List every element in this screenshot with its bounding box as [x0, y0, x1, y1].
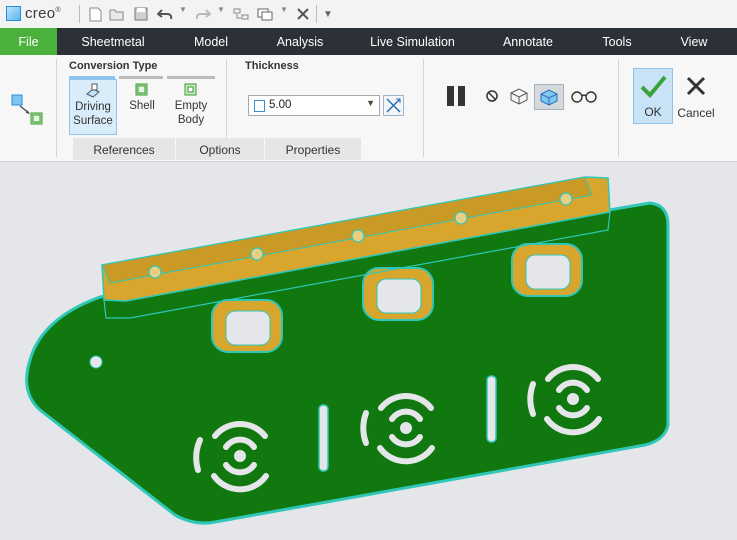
shell-icon — [135, 83, 148, 96]
app-logo-text: creo® — [25, 5, 61, 22]
toolbar-separator — [316, 5, 317, 23]
undo-icon[interactable] — [156, 5, 174, 23]
tab-sheetmetal[interactable]: Sheetmetal — [72, 28, 154, 55]
plate-hole — [89, 355, 103, 369]
redo-dropdown-icon[interactable]: ▼ — [217, 5, 225, 14]
flip-thickness-button[interactable] — [383, 95, 404, 116]
quick-access-toolbar: creo® ▼ ▼ ▼ ▼ — [0, 0, 737, 29]
tab-model[interactable]: Model — [180, 28, 242, 55]
close-window-icon[interactable] — [294, 5, 312, 23]
geometry-preview-button[interactable] — [505, 84, 533, 108]
glasses-icon — [571, 91, 597, 103]
open-icon[interactable] — [108, 5, 126, 23]
cancel-button[interactable]: Cancel — [675, 68, 717, 124]
thickness-dropdown[interactable]: 5.00 ▼ — [248, 95, 380, 116]
chevron-down-icon: ▼ — [366, 98, 375, 108]
driving-surface-label-2: Surface — [73, 115, 113, 127]
empty-body-icon — [184, 83, 197, 96]
shell-label: Shell — [129, 100, 155, 112]
windows-icon[interactable] — [256, 5, 274, 23]
save-icon[interactable] — [132, 5, 150, 23]
empty-body-button[interactable]: Empty Body — [169, 79, 213, 133]
tab-annotate[interactable]: Annotate — [494, 28, 562, 55]
ribbon-panel: Conversion Type Driving Surface Shell Em… — [0, 55, 737, 162]
new-icon[interactable] — [86, 5, 104, 23]
close-icon — [686, 76, 706, 96]
undo-dropdown-icon[interactable]: ▼ — [179, 5, 187, 14]
feature-preview-button[interactable] — [534, 84, 564, 110]
creo-logo: creo® — [6, 5, 61, 22]
group-separator — [56, 59, 57, 157]
creo-logo-icon — [6, 6, 21, 21]
customize-icon[interactable]: ▼ — [319, 5, 337, 23]
no-preview-button[interactable] — [478, 84, 506, 108]
feature-preview-icon — [540, 89, 558, 106]
thickness-value: 5.00 — [269, 99, 292, 111]
cancel-label: Cancel — [677, 106, 715, 120]
empty-body-label-2: Body — [177, 114, 205, 126]
convert-to-sheetmetal-icon — [10, 93, 46, 130]
sheetmetal-part-model[interactable] — [0, 162, 737, 537]
graphics-window[interactable] — [0, 162, 737, 537]
redo-icon[interactable] — [194, 5, 212, 23]
regenerate-icon[interactable] — [232, 5, 250, 23]
subtab-properties[interactable]: Properties — [265, 138, 362, 160]
group-separator — [423, 59, 424, 157]
ok-label: OK — [644, 105, 662, 119]
pause-button[interactable] — [443, 84, 471, 108]
tab-view[interactable]: View — [672, 28, 716, 55]
toolbar-separator — [79, 5, 80, 23]
subtab-references[interactable]: References — [73, 138, 176, 160]
conversion-type-label: Conversion Type — [69, 60, 158, 72]
checkmark-icon — [640, 75, 667, 98]
tab-live-simulation[interactable]: Live Simulation — [360, 28, 465, 55]
thickness-icon — [254, 100, 265, 112]
group-separator — [618, 59, 619, 157]
subtab-options[interactable]: Options — [176, 138, 265, 160]
windows-dropdown-icon[interactable]: ▼ — [280, 5, 288, 14]
empty-body-label-1: Empty — [174, 100, 208, 112]
ok-button[interactable]: OK — [633, 68, 673, 124]
pause-icon — [447, 86, 465, 106]
shell-button[interactable]: Shell — [121, 79, 163, 133]
thickness-label: Thickness — [245, 60, 299, 72]
driving-surface-button[interactable]: Driving Surface — [69, 79, 117, 135]
driving-surface-label-1: Driving — [75, 101, 111, 113]
geometry-preview-icon — [510, 88, 528, 105]
tab-file[interactable]: File — [0, 28, 57, 55]
ribbon-tab-bar: File Sheetmetal Model Analysis Live Simu… — [0, 28, 737, 55]
flip-direction-icon — [386, 98, 401, 113]
verify-mode-button[interactable] — [568, 84, 600, 108]
tab-tools[interactable]: Tools — [590, 28, 644, 55]
no-preview-icon — [486, 90, 498, 102]
tab-analysis[interactable]: Analysis — [266, 28, 334, 55]
driving-surface-icon — [86, 83, 100, 98]
